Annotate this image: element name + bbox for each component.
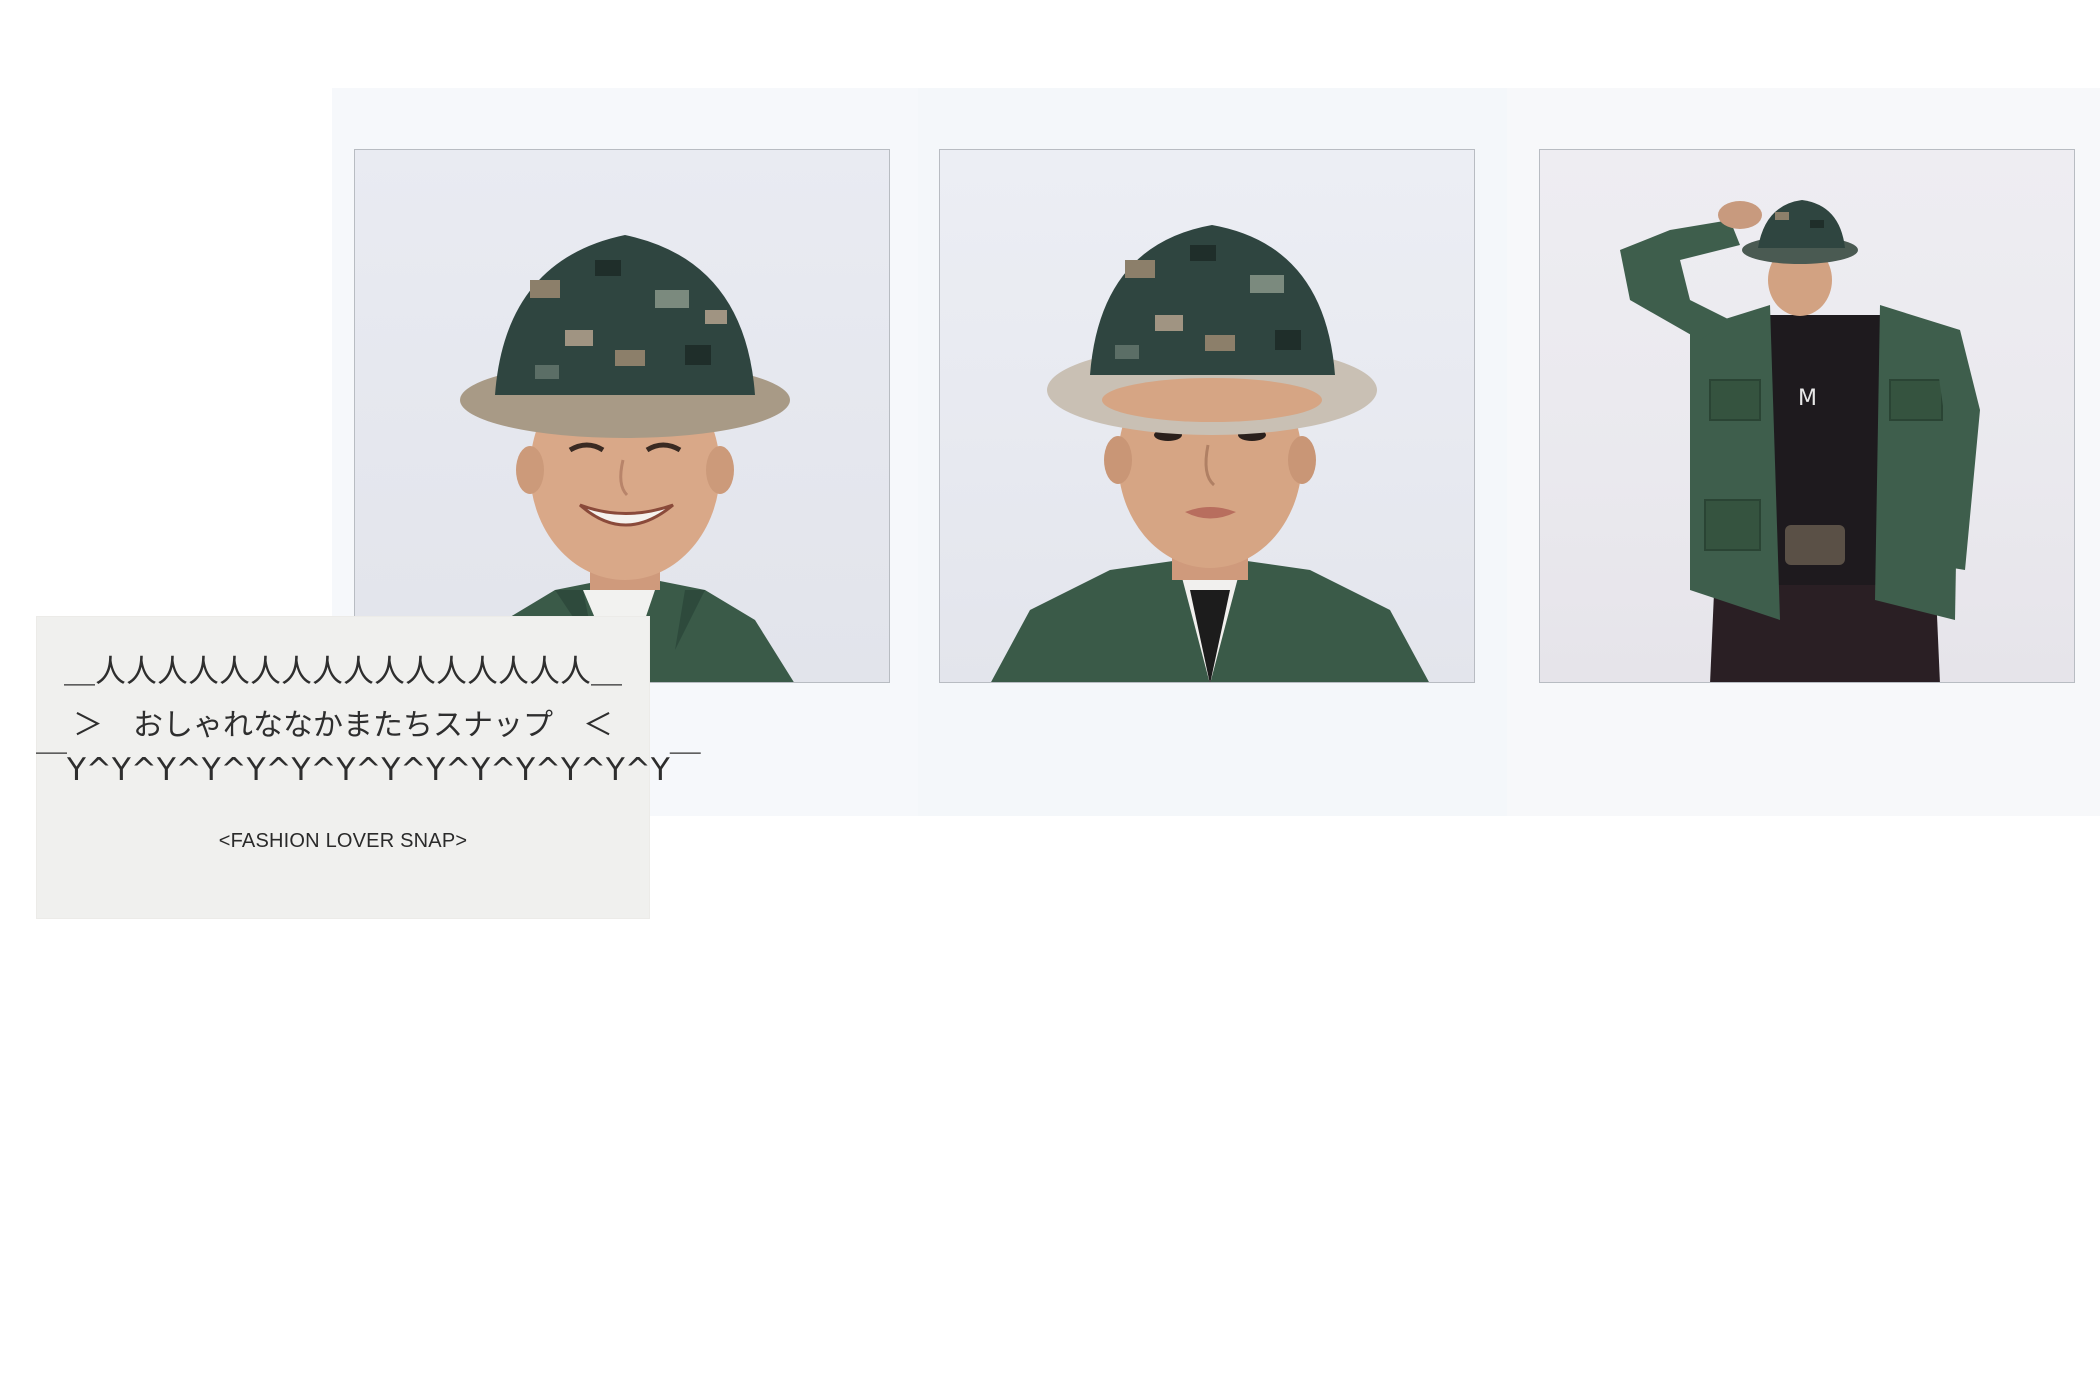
fullbody-figure-3: M [1620, 200, 1980, 682]
photo-neutral-portrait [939, 149, 1475, 683]
polaroid-frame-3: M [1507, 88, 2100, 816]
portrait-figure-1 [460, 235, 794, 682]
caption-subtitle: <FASHION LOVER SNAP> [218, 830, 468, 852]
polaroid-frame-2 [918, 88, 1507, 816]
photo-smiling-portrait [354, 149, 890, 683]
caption-title: ＞ おしゃれななかまたちスナップ ＜ [73, 708, 613, 743]
caption-border-bottom: ￣Y^Y^Y^Y^Y^Y^Y^Y^Y^Y^Y^Y^Y^Y￣ [36, 752, 701, 788]
photo-full-body-pose: M [1539, 149, 2075, 683]
caption-border-top: ＿人人人人人人人人人人人人人人人人＿ [64, 654, 622, 690]
svg-text:M: M [1798, 386, 1817, 411]
portrait-figure-2 [991, 225, 1429, 682]
caption-card: ＿人人人人人人人人人人人人人人人人＿ ＞ おしゃれななかまたちスナップ ＜ ￣Y… [36, 616, 701, 919]
